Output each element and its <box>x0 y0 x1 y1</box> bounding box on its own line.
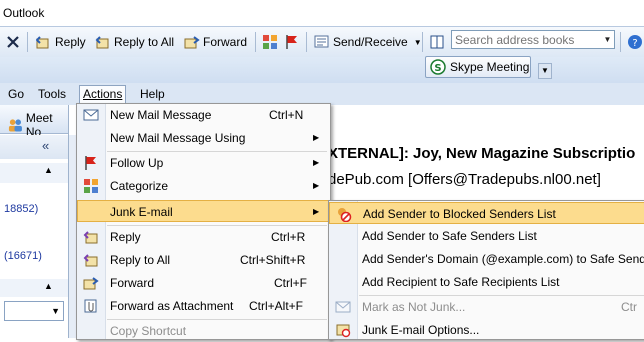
search-address-books-input[interactable] <box>451 30 615 49</box>
menu-item-reply[interactable]: Reply Ctrl+R <box>77 226 330 248</box>
address-book-button[interactable] <box>429 32 448 52</box>
menu-bar: Go Tools Actions Help <box>0 83 644 106</box>
meet-now-bar: Meet No <box>0 105 68 139</box>
folder-group-header: ▲ <box>0 163 68 183</box>
follow-up-button[interactable] <box>284 32 303 52</box>
menu-item-forward[interactable]: Forward Ctrl+F <box>77 272 330 294</box>
chevron-down-icon[interactable]: ▼ <box>538 63 552 79</box>
delete-icon <box>7 36 19 48</box>
address-book-icon <box>430 35 444 49</box>
submenu-arrow-icon: ▶ <box>313 158 320 167</box>
categorize-icon <box>263 35 277 49</box>
menu-item-add-recipient-safe[interactable]: Add Recipient to Safe Recipients List <box>329 271 644 293</box>
new-mail-icon <box>83 109 99 121</box>
navigation-pane-header: « <box>0 135 68 159</box>
help-button[interactable]: ? <box>627 32 644 52</box>
forward-icon <box>184 36 200 49</box>
submenu-arrow-icon: ▶ <box>313 207 320 216</box>
menu-item-copy-shortcut[interactable]: Copy Shortcut <box>77 320 330 342</box>
reply-all-icon <box>95 36 109 49</box>
skype-meeting-label: Skype Meeting <box>450 60 530 74</box>
send-receive-button[interactable]: Send/Receive ▼ <box>314 32 422 52</box>
junk-options-icon <box>336 324 351 338</box>
svg-text:?: ? <box>632 38 637 49</box>
reply-button[interactable]: Reply <box>36 32 86 52</box>
navigation-pane: Meet No « ▲ 18852) (16671) ▲ ▼ <box>0 105 69 338</box>
reply-all-icon <box>83 254 98 267</box>
reply-icon <box>83 231 98 244</box>
unread-count: (16671) <box>4 250 42 262</box>
folder-group-header: ▲ <box>0 279 68 297</box>
chevron-down-icon: ▼ <box>413 37 422 47</box>
send-receive-label: Send/Receive <box>333 35 408 49</box>
menu-go[interactable]: Go <box>5 86 27 102</box>
toolbar-separator <box>27 32 28 52</box>
toolbar-separator <box>255 32 256 52</box>
junk-email-submenu: Add Sender to Blocked Senders List Add S… <box>328 200 644 340</box>
submenu-arrow-icon: ▶ <box>313 181 320 190</box>
actions-menu: New Mail Message Ctrl+N New Mail Message… <box>76 103 331 340</box>
menu-item-follow-up[interactable]: Follow Up ▶ <box>77 152 330 174</box>
chevron-up-icon[interactable]: ▲ <box>44 165 53 175</box>
flag-icon <box>85 156 96 170</box>
forward-label: Forward <box>203 35 248 49</box>
message-subject: XTERNAL]: Joy, New Magazine Subscriptio <box>328 145 636 162</box>
menu-item-add-sender-blocked[interactable]: Add Sender to Blocked Senders List <box>329 202 644 224</box>
toolbar-separator <box>422 32 423 52</box>
reply-all-button[interactable]: Reply to All <box>95 32 174 52</box>
categorize-icon <box>84 179 98 193</box>
people-icon <box>8 119 22 132</box>
toolbar-separator <box>306 32 307 52</box>
categorize-button[interactable] <box>262 32 281 52</box>
menu-item-add-domain-safe[interactable]: Add Sender's Domain (@example.com) to Sa… <box>329 248 644 270</box>
blocked-sender-icon <box>338 208 352 222</box>
reply-all-label: Reply to All <box>114 35 175 49</box>
message-sender: dePub.com [Offers@Tradepubs.nl00.net] <box>328 171 601 188</box>
chevron-down-icon[interactable]: ▼ <box>601 31 614 48</box>
not-junk-icon <box>335 301 351 313</box>
forward-icon <box>83 277 99 290</box>
menu-item-forward-as-attachment[interactable]: Forward as Attachment Ctrl+Alt+F <box>77 295 330 317</box>
attachment-icon <box>84 299 97 313</box>
unread-count: 18852) <box>4 203 39 215</box>
reply-icon <box>36 36 49 49</box>
menu-item-categorize[interactable]: Categorize ▶ <box>77 175 330 197</box>
submenu-arrow-icon: ▶ <box>313 133 320 142</box>
reading-pane-header: XTERNAL]: Joy, New Magazine Subscriptio … <box>328 135 644 203</box>
svg-text:S: S <box>434 63 441 74</box>
menu-item-add-sender-safe[interactable]: Add Sender to Safe Senders List <box>329 225 644 247</box>
reply-label: Reply <box>55 35 86 49</box>
toolbar-separator <box>620 32 621 52</box>
menu-item-mark-not-junk[interactable]: Mark as Not Junk... Ctr <box>329 296 644 318</box>
help-icon: ? <box>628 35 642 49</box>
menu-item-junk-email[interactable]: Junk E-mail ▶ <box>77 200 329 222</box>
menu-item-new-mail-using[interactable]: New Mail Message Using ▶ <box>77 127 330 149</box>
skype-icon: S <box>430 59 446 75</box>
collapse-icon[interactable]: « <box>42 138 49 153</box>
send-receive-icon <box>314 35 329 48</box>
flag-icon <box>286 35 297 49</box>
menu-item-new-mail-message[interactable]: New Mail Message Ctrl+N <box>77 104 330 126</box>
chevron-up-icon[interactable]: ▲ <box>44 281 53 291</box>
folder-dropdown[interactable]: ▼ <box>4 301 64 321</box>
window-title: Outlook <box>3 6 45 20</box>
menu-item-reply-to-all[interactable]: Reply to All Ctrl+Shift+R <box>77 249 330 271</box>
menu-help[interactable]: Help <box>137 86 168 102</box>
title-bar: Outlook <box>0 0 644 26</box>
forward-button[interactable]: Forward <box>184 32 247 52</box>
delete-button[interactable] <box>6 32 20 52</box>
skype-meeting-button[interactable]: S Skype Meeting <box>425 56 531 78</box>
menu-tools[interactable]: Tools <box>35 86 69 102</box>
